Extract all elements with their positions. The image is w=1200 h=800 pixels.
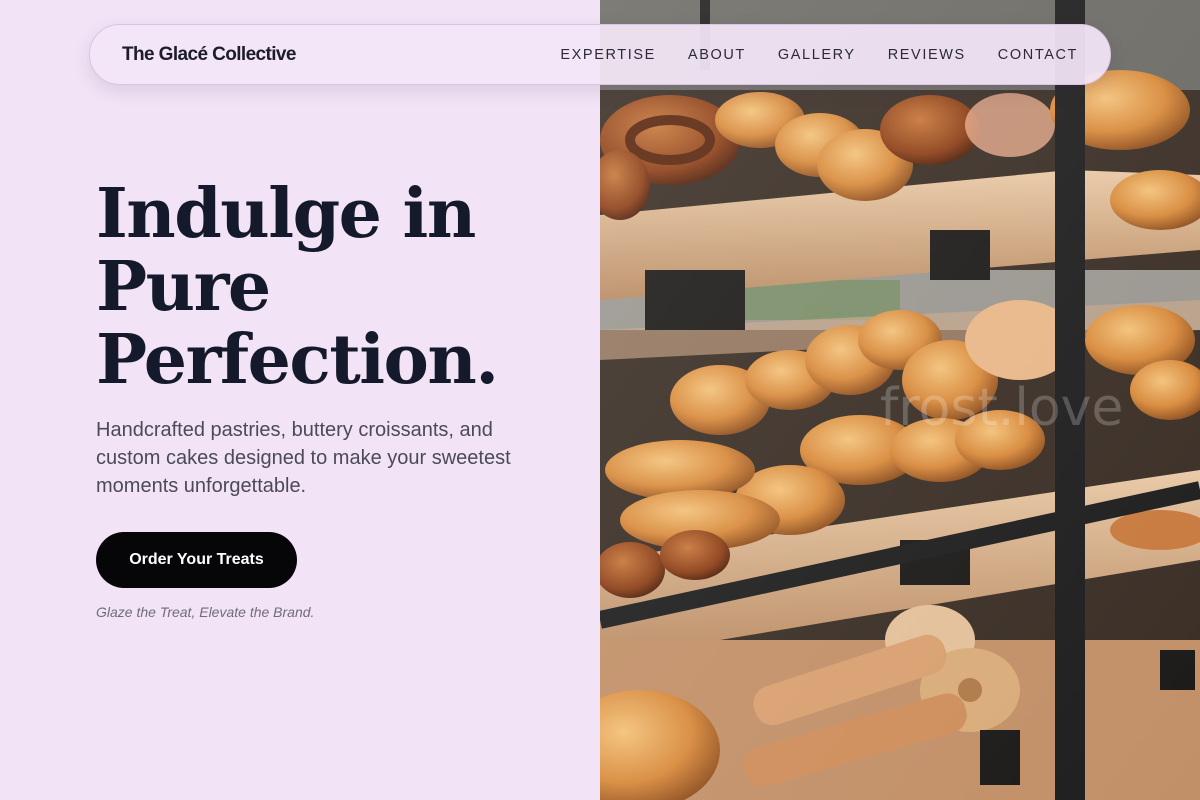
nav-link-gallery[interactable]: GALLERY: [778, 47, 856, 63]
hero-left-panel: [0, 0, 600, 800]
nav-links: EXPERTISE ABOUT GALLERY REVIEWS CONTACT: [560, 47, 1078, 63]
nav-link-reviews[interactable]: REVIEWS: [888, 47, 966, 63]
order-treats-button[interactable]: Order Your Treats: [96, 532, 297, 588]
top-navbar: The Glacé Collective EXPERTISE ABOUT GAL…: [89, 24, 1111, 85]
hero-tagline: Glaze the Treat, Elevate the Brand.: [96, 604, 315, 620]
hero-headline: Indulge in Pure Perfection.: [96, 178, 576, 397]
photo-watermark: frost.love: [880, 378, 1123, 438]
hero-headline-line-3: Perfection.: [96, 320, 499, 400]
bakery-display-illustration: frost.love: [600, 0, 1200, 800]
hero-headline-line-2: Pure: [96, 247, 271, 327]
brand-logo-text[interactable]: The Glacé Collective: [122, 44, 296, 66]
nav-link-expertise[interactable]: EXPERTISE: [560, 47, 656, 63]
nav-link-about[interactable]: ABOUT: [688, 47, 746, 63]
bakery-photo: frost.love: [600, 0, 1200, 800]
nav-link-contact[interactable]: CONTACT: [998, 47, 1078, 63]
hero-headline-line-1: Indulge in: [96, 174, 476, 254]
hero-subtitle: Handcrafted pastries, buttery croissants…: [96, 419, 511, 497]
